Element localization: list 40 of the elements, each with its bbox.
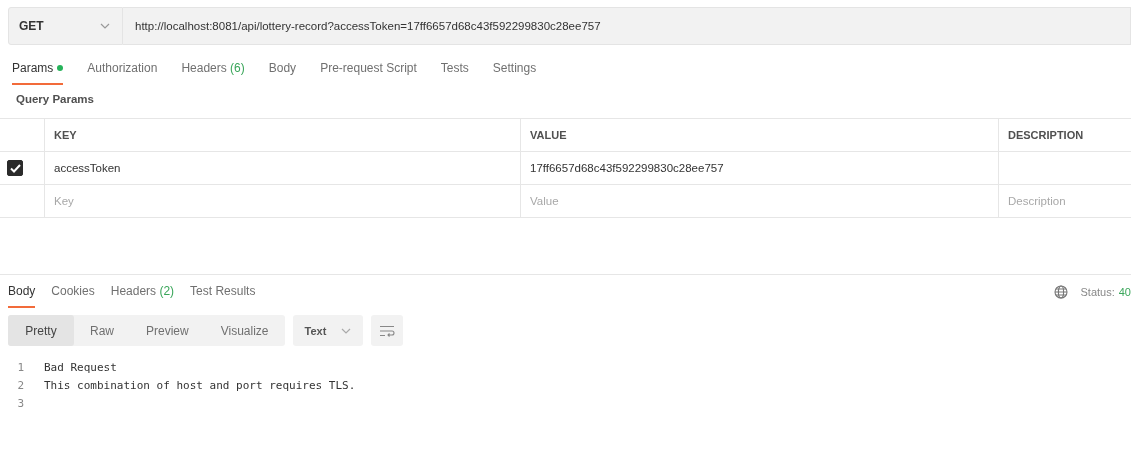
- request-tab[interactable]: Pre-request Script: [320, 61, 417, 85]
- chevron-down-icon: [100, 23, 110, 29]
- table-cell[interactable]: accessToken: [45, 152, 521, 184]
- request-tab[interactable]: Tests: [440, 61, 469, 85]
- view-mode-tab[interactable]: Raw: [74, 315, 130, 346]
- view-mode-tab[interactable]: Preview: [130, 315, 205, 346]
- wrap-icon: [378, 324, 395, 337]
- request-tab[interactable]: Headers (6): [181, 61, 245, 85]
- column-header: DESCRIPTION: [1007, 128, 1085, 143]
- line-number: 1: [16, 360, 25, 374]
- code-line: This combination of host and port requires TLS.: [44, 378, 356, 392]
- wrap-lines-button[interactable]: [370, 315, 403, 346]
- status-code: 40: [1118, 286, 1131, 298]
- request-tab[interactable]: Settings: [492, 61, 537, 85]
- response-tab[interactable]: Cookies: [51, 284, 95, 308]
- view-mode-tab[interactable]: Visualize: [204, 315, 285, 346]
- request-tab[interactable]: Authorization: [87, 61, 158, 85]
- chevron-down-icon: [340, 327, 351, 334]
- column-header: KEY: [45, 119, 521, 151]
- response-tab[interactable]: Test Results: [190, 284, 256, 308]
- method-dropdown[interactable]: GET: [8, 7, 123, 45]
- response-tab[interactable]: Headers (2): [110, 284, 175, 308]
- description-field[interactable]: Description: [1008, 195, 1118, 207]
- format-dropdown[interactable]: Text: [292, 315, 363, 346]
- value-field[interactable]: Value: [530, 195, 640, 207]
- table-cell[interactable]: 17ff6657d68c43f592299830c28ee757: [521, 152, 999, 184]
- url-field[interactable]: http://localhost:8081/api/lottery-record?accessToken=17ff6657d68c43f592299830c28ee757: [123, 7, 1131, 45]
- request-tab[interactable]: Body: [268, 61, 297, 85]
- line-number: 3: [16, 396, 25, 410]
- response-tab[interactable]: Body: [8, 284, 36, 308]
- checkbox[interactable]: [7, 160, 23, 176]
- request-tab[interactable]: Params: [12, 61, 64, 85]
- globe-icon[interactable]: [1053, 285, 1068, 299]
- section-title: Query Params: [16, 93, 95, 107]
- key-field[interactable]: Key: [54, 195, 164, 207]
- code-line: Bad Request: [44, 360, 117, 374]
- view-mode-tab[interactable]: Pretty: [8, 315, 74, 346]
- line-number: 2: [16, 378, 25, 392]
- column-header: VALUE: [521, 119, 999, 151]
- status-label: Status:: [1080, 286, 1115, 298]
